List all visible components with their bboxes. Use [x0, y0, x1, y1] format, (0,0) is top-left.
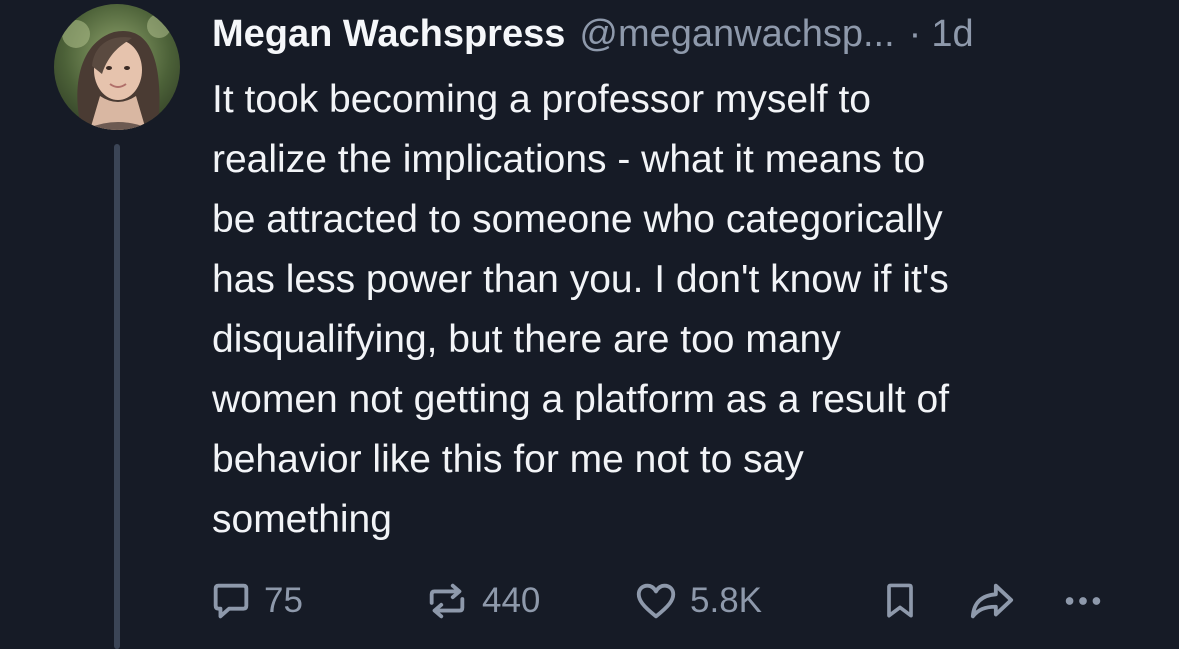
action-bar: 75 440 5.8K: [208, 576, 1128, 626]
author-handle[interactable]: @meganwachsp...: [579, 10, 894, 58]
share-icon: [970, 583, 1014, 619]
repost-icon: [429, 583, 465, 619]
more-icon: [1065, 597, 1101, 605]
tweet-text-line: something: [212, 498, 392, 541]
repost-button[interactable]: 440: [422, 576, 540, 626]
tweet-text-line: women not getting a platform as a result…: [212, 378, 950, 421]
avatar[interactable]: [54, 4, 180, 130]
tweet-text: It took becoming a professor myself to r…: [212, 70, 1162, 550]
thread-line: [114, 144, 120, 649]
bookmark-button[interactable]: [878, 576, 922, 626]
heart-icon: [636, 583, 676, 619]
reply-count: 75: [264, 581, 303, 620]
profile-photo-icon: [54, 4, 180, 130]
comment-icon: [213, 583, 249, 619]
tweet-text-line: behavior like this for me not to say: [212, 438, 804, 481]
timestamp[interactable]: 1d: [931, 10, 973, 58]
tweet-header: Megan Wachspress @meganwachsp... · 1d: [212, 10, 974, 58]
tweet-text-line: realize the implications - what it means…: [212, 138, 926, 181]
tweet-text-line: disqualifying, but there are too many: [212, 318, 841, 361]
separator-dot: ·: [908, 13, 922, 55]
bookmark-icon: [887, 583, 913, 618]
tweet-text-line: be attracted to someone who categoricall…: [212, 198, 943, 241]
like-count: 5.8K: [690, 581, 762, 620]
like-button[interactable]: 5.8K: [632, 576, 762, 626]
repost-count: 440: [482, 581, 541, 620]
tweet-text-line: It took becoming a professor myself to: [212, 78, 871, 121]
tweet-card: Megan Wachspress @meganwachsp... · 1d It…: [0, 0, 1179, 649]
author-name[interactable]: Megan Wachspress: [212, 10, 565, 58]
more-options-button[interactable]: [1060, 576, 1106, 626]
share-button[interactable]: [966, 576, 1018, 626]
reply-button[interactable]: 75: [208, 576, 303, 626]
tweet-text-line: has less power than you. I don't know if…: [212, 258, 949, 301]
